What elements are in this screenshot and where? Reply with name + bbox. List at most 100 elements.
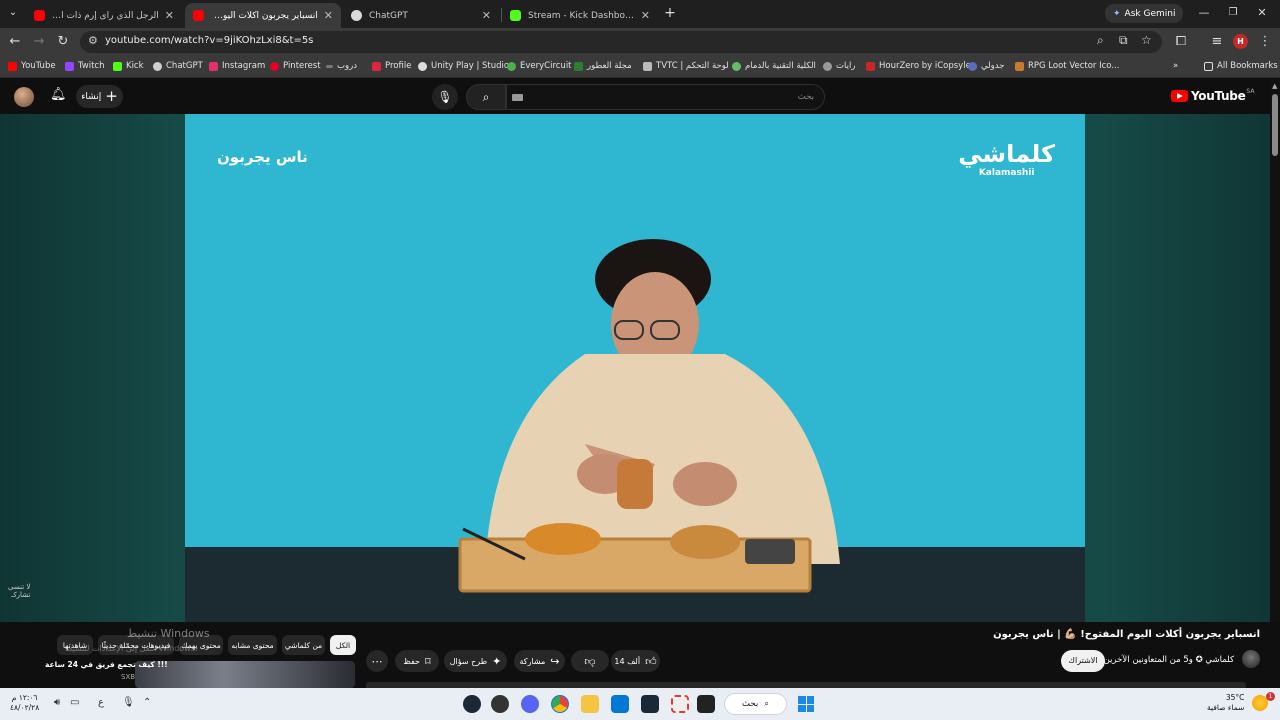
weather-widget[interactable]: 35°C سماء صافية bbox=[1207, 693, 1244, 713]
network-icon[interactable]: ▭ bbox=[70, 697, 79, 708]
bookmark-label: EveryCircuit bbox=[520, 61, 572, 71]
taskbar-search[interactable]: بحث ⌕ bbox=[724, 693, 787, 715]
search-button[interactable]: ⌕ bbox=[466, 84, 506, 110]
bookmark-everycircuit[interactable]: EveryCircuit bbox=[507, 61, 572, 71]
notifications-bell-icon[interactable]: 🔔︎ bbox=[50, 87, 67, 102]
more-actions-button[interactable]: ⋯ bbox=[366, 650, 388, 672]
scrollbar-thumb[interactable] bbox=[1272, 94, 1278, 156]
voice-search-mic-icon[interactable]: 🎙︎ bbox=[432, 84, 458, 110]
minimize-icon[interactable]: — bbox=[1195, 4, 1213, 22]
user-avatar[interactable] bbox=[14, 87, 34, 107]
tab-4[interactable]: Stream - Kick Dashboard ✕ bbox=[502, 3, 658, 28]
like-count: 14 ألف bbox=[614, 656, 641, 666]
tab-2-close-icon[interactable]: ✕ bbox=[324, 9, 333, 22]
bookmark-twitch[interactable]: Twitch bbox=[65, 61, 105, 71]
store-taskbar-icon[interactable] bbox=[611, 695, 629, 713]
microphone-icon[interactable]: 🎙︎ bbox=[122, 697, 135, 708]
youtube-logo[interactable]: YouTube SA bbox=[1171, 88, 1254, 103]
discord-taskbar-icon[interactable] bbox=[521, 695, 539, 713]
zoom-icon[interactable]: ⌕ bbox=[1097, 33, 1104, 48]
chip-all[interactable]: الكل bbox=[330, 635, 356, 655]
file-explorer-taskbar-icon[interactable] bbox=[581, 695, 599, 713]
youtube-wordmark: YouTube bbox=[1191, 89, 1246, 103]
bookmark-profile[interactable]: Profile bbox=[372, 61, 411, 71]
address-bar[interactable]: ⚙ youtube.com/watch?v=9jiKOhzLxi8&t=5s ⌕… bbox=[80, 31, 1162, 53]
reading-list-icon[interactable]: ≡ bbox=[1208, 33, 1226, 51]
search-input[interactable]: بحث bbox=[506, 84, 825, 110]
like-button[interactable]: 14 ألف 👍︎ bbox=[611, 650, 660, 672]
instagram-icon bbox=[209, 61, 218, 71]
volume-icon[interactable]: 🔊︎ bbox=[54, 697, 60, 708]
bookmark-dammam-college[interactable]: الكلية التقنية بالدمام bbox=[732, 61, 816, 71]
tab-2-active[interactable]: انسباير يجربون أكلات اليوم المفتوح ✕ bbox=[185, 3, 341, 28]
share-button[interactable]: مشاركة ↪ bbox=[514, 650, 565, 672]
obs-taskbar-icon[interactable] bbox=[491, 695, 509, 713]
bookmark-tvtc[interactable]: TVTC | لوحة التحكم bbox=[643, 61, 729, 71]
bookmarks-overflow-chevron-icon[interactable]: » bbox=[1173, 61, 1178, 71]
terminal-taskbar-icon[interactable] bbox=[697, 695, 715, 713]
input-language[interactable]: ع bbox=[98, 697, 104, 708]
tab-4-close-icon[interactable]: ✕ bbox=[641, 9, 650, 22]
profile-avatar-icon[interactable]: H bbox=[1233, 34, 1248, 49]
tab-1-close-icon[interactable]: ✕ bbox=[165, 9, 174, 22]
right-hand bbox=[673, 462, 737, 506]
ask-question-button[interactable]: طرح سؤال ✦ bbox=[444, 650, 507, 672]
channel-collaborators[interactable]: كلماشي ✪ و5 من المتعاونين الآخرين bbox=[1104, 655, 1234, 665]
windows-start-icon[interactable] bbox=[798, 696, 814, 712]
bookmark-rpg-loot[interactable]: RPG Loot Vector Ico... bbox=[1015, 61, 1119, 71]
bookmark-label: Unity Play | Studio bbox=[431, 61, 510, 71]
steam-taskbar-icon[interactable] bbox=[463, 695, 481, 713]
chip-related[interactable]: محتوى مشابه bbox=[228, 635, 277, 655]
tab-search-chevron-icon[interactable]: ⌄ bbox=[4, 4, 22, 22]
more-horizontal-icon: ⋯ bbox=[371, 654, 383, 668]
page-scrollbar[interactable]: ▲ bbox=[1270, 80, 1280, 688]
snipping-tool-taskbar-icon[interactable] bbox=[671, 695, 689, 713]
recommended-thumbnail[interactable] bbox=[135, 661, 355, 688]
new-tab-plus-icon[interactable]: + bbox=[661, 4, 679, 22]
bookmark-rayat[interactable]: رايات bbox=[823, 61, 855, 71]
recommended-video[interactable]: كيف تجمع فريق في 24 ساعة !!! SXB bbox=[40, 657, 360, 688]
bookmark-star-icon[interactable]: ☆ bbox=[1141, 33, 1152, 47]
video-player[interactable]: ناس يجربون كلماشي Kalamashii bbox=[185, 114, 1085, 622]
twitch-icon bbox=[65, 61, 74, 71]
search-icon: ⌕ bbox=[482, 90, 490, 104]
reload-icon[interactable]: ↻ bbox=[54, 33, 72, 51]
tab-3-close-icon[interactable]: ✕ bbox=[482, 9, 491, 22]
bookmark-droob[interactable]: دروب bbox=[326, 61, 357, 71]
close-window-icon[interactable]: ✕ bbox=[1253, 4, 1271, 22]
bookmark-perfume-magazine[interactable]: مجلة العطور bbox=[574, 61, 632, 71]
bookmark-instagram[interactable]: Instagram bbox=[209, 61, 265, 71]
dammam-college-icon bbox=[732, 61, 741, 71]
extensions-puzzle-icon[interactable]: ⧠ bbox=[1172, 33, 1190, 51]
forward-arrow-icon[interactable]: → bbox=[30, 33, 48, 51]
all-bookmarks-button[interactable]: All Bookmarks bbox=[1204, 61, 1278, 71]
system-clock[interactable]: ١٢:٠٦ م ٤٨/٠٢/٢٨ bbox=[10, 693, 39, 713]
browser-menu-icon[interactable]: ⋮ bbox=[1256, 33, 1274, 51]
channel-avatar[interactable] bbox=[1242, 650, 1260, 668]
bookmark-unity[interactable]: Unity Play | Studio bbox=[418, 61, 509, 71]
chip-from-kalamashii[interactable]: من كلماشي bbox=[282, 635, 325, 655]
save-button[interactable]: حفظ ⌑ bbox=[395, 650, 439, 672]
dislike-button[interactable]: 👎︎ bbox=[571, 650, 609, 672]
create-button[interactable]: إنشاء + bbox=[76, 85, 123, 108]
site-info-icon[interactable]: ⚙ bbox=[88, 34, 98, 47]
bookmark-hourzero[interactable]: HourZero by iCopsyle bbox=[866, 61, 971, 71]
back-arrow-icon[interactable]: ← bbox=[6, 33, 24, 51]
keyboard-icon[interactable] bbox=[512, 94, 523, 101]
chrome-taskbar-icon[interactable] bbox=[551, 695, 569, 713]
bookmark-jadwali[interactable]: جدولي bbox=[968, 61, 1005, 71]
tab-3[interactable]: ChatGPT ✕ bbox=[343, 3, 499, 28]
scroll-up-arrow-icon[interactable]: ▲ bbox=[1272, 82, 1277, 90]
bookmark-kick[interactable]: Kick bbox=[113, 61, 144, 71]
ask-gemini-button[interactable]: ✦ Ask Gemini bbox=[1105, 4, 1184, 23]
install-app-icon[interactable]: ⧉ bbox=[1119, 33, 1128, 48]
tray-overflow-chevron-icon[interactable]: ⌃ bbox=[143, 697, 151, 708]
bookmark-pinterest[interactable]: Pinterest bbox=[270, 61, 321, 71]
taskbar-search-label: بحث bbox=[742, 699, 759, 709]
steam-app-taskbar-icon[interactable] bbox=[641, 695, 659, 713]
subscribe-button[interactable]: الاشتراك bbox=[1061, 650, 1105, 672]
maximize-icon[interactable]: ❐ bbox=[1224, 4, 1242, 22]
bookmark-youtube[interactable]: YouTube bbox=[8, 61, 56, 71]
tab-1[interactable]: الرجل الذي رأى إرم ذات العماد ! - ✕ bbox=[26, 3, 182, 28]
bookmark-chatgpt[interactable]: ChatGPT bbox=[153, 61, 203, 71]
